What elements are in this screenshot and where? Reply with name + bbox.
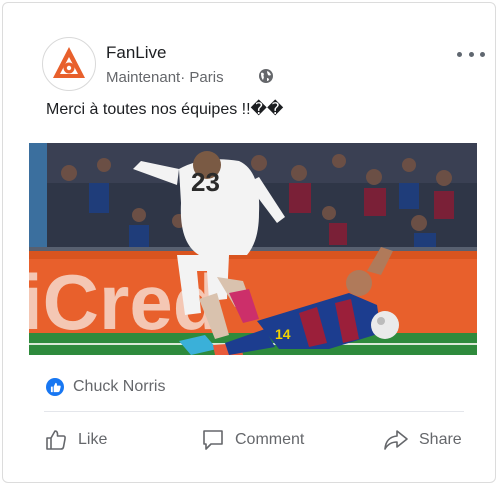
post-text: Merci à toutes nos équipes !!�� [46, 101, 284, 118]
meta-separator: · [180, 69, 190, 86]
player2-number: 14 [275, 326, 291, 342]
share-label: Share [419, 431, 462, 448]
ball [371, 311, 399, 339]
page-avatar[interactable] [42, 37, 96, 91]
post-location[interactable]: Paris [189, 69, 223, 86]
share-icon [384, 430, 408, 450]
reactor-name[interactable]: Chuck Norris [73, 378, 165, 396]
player-number: 23 [191, 167, 220, 197]
page-name[interactable]: FanLive [106, 43, 166, 63]
comment-label: Comment [235, 431, 305, 448]
like-button[interactable]: Like [44, 425, 107, 455]
thumbs-up-icon [46, 378, 64, 396]
reactions-summary[interactable]: Chuck Norris [46, 377, 165, 397]
more-options-button[interactable] [457, 47, 485, 61]
post-card: FanLive Maintenant· Paris Merci à toutes… [2, 2, 496, 483]
like-icon [46, 430, 66, 450]
dot [468, 51, 474, 57]
dot [480, 51, 485, 57]
dot [457, 51, 462, 57]
football-photo: iCred 23 14 [29, 143, 477, 355]
post-photo[interactable]: iCred 23 14 [29, 143, 477, 355]
divider [44, 411, 464, 412]
fanlive-logo-icon [53, 47, 85, 78]
post-timestamp[interactable]: Maintenant [106, 69, 180, 86]
comment-icon [203, 430, 223, 450]
comment-button[interactable]: Comment [201, 425, 304, 455]
like-label: Like [78, 431, 108, 448]
share-button[interactable]: Share [383, 425, 462, 455]
globe-icon [259, 69, 273, 83]
post-meta: Maintenant· Paris [106, 69, 224, 86]
